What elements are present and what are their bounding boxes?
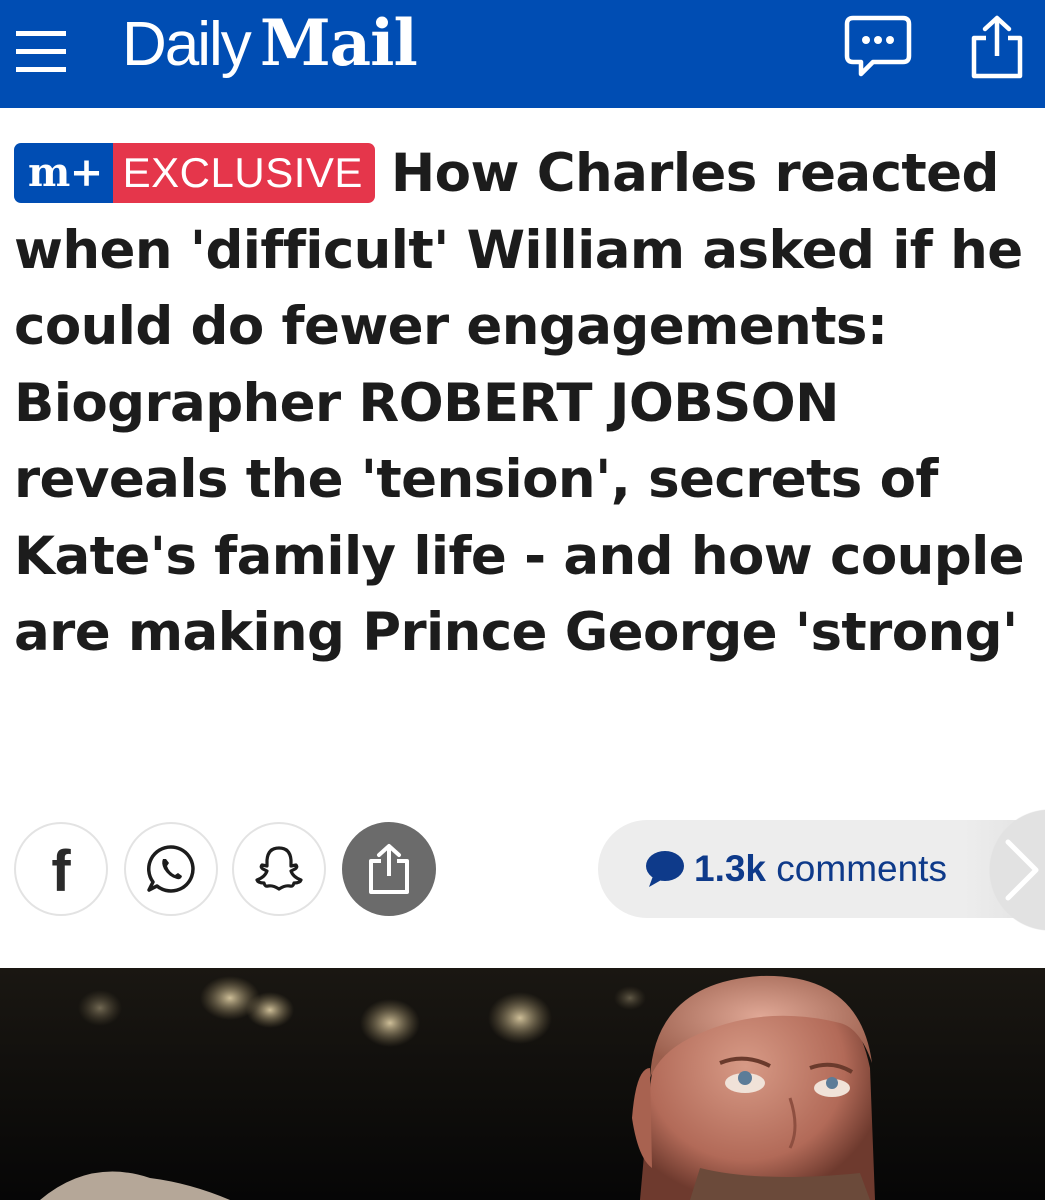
facebook-share-button[interactable]: f [14,822,108,916]
comment-count: 1.3k [694,848,767,889]
photo-illustration [0,968,1045,1200]
logo-daily-text: Daily [122,10,252,79]
comments-button[interactable]: 1.3k comments [598,820,1045,918]
whatsapp-icon [147,845,195,893]
comments-word: comments [776,848,947,889]
exclusive-label: EXCLUSIVE [112,143,375,203]
share-icon[interactable] [966,14,1028,80]
logo-mail-text: Mail [259,6,418,81]
snapchat-share-button[interactable] [232,822,326,916]
top-navigation-bar: Daily Mail [0,0,1045,108]
more-share-button[interactable] [342,822,436,916]
share-icon [369,844,409,894]
mail-plus-badge: m+ [14,143,113,203]
comments-label: 1.3k comments [686,848,947,890]
headline-text: How Charles reacted when 'difficult' Wil… [14,143,1025,663]
daily-mail-logo[interactable]: Daily Mail [122,4,418,104]
comments-icon[interactable] [843,12,913,82]
exclusive-badge: m+ EXCLUSIVE [14,143,375,203]
menu-icon[interactable] [14,28,68,74]
speech-bubble-icon [646,851,684,887]
snapchat-icon [255,846,303,891]
chevron-right-icon [1005,839,1039,901]
article-headline: m+ EXCLUSIVE How Charles reacted when 'd… [14,136,1034,672]
whatsapp-share-button[interactable] [124,822,218,916]
scroll-next-button[interactable] [980,790,1045,950]
facebook-icon: f [51,839,71,904]
article-photo [0,968,1045,1200]
